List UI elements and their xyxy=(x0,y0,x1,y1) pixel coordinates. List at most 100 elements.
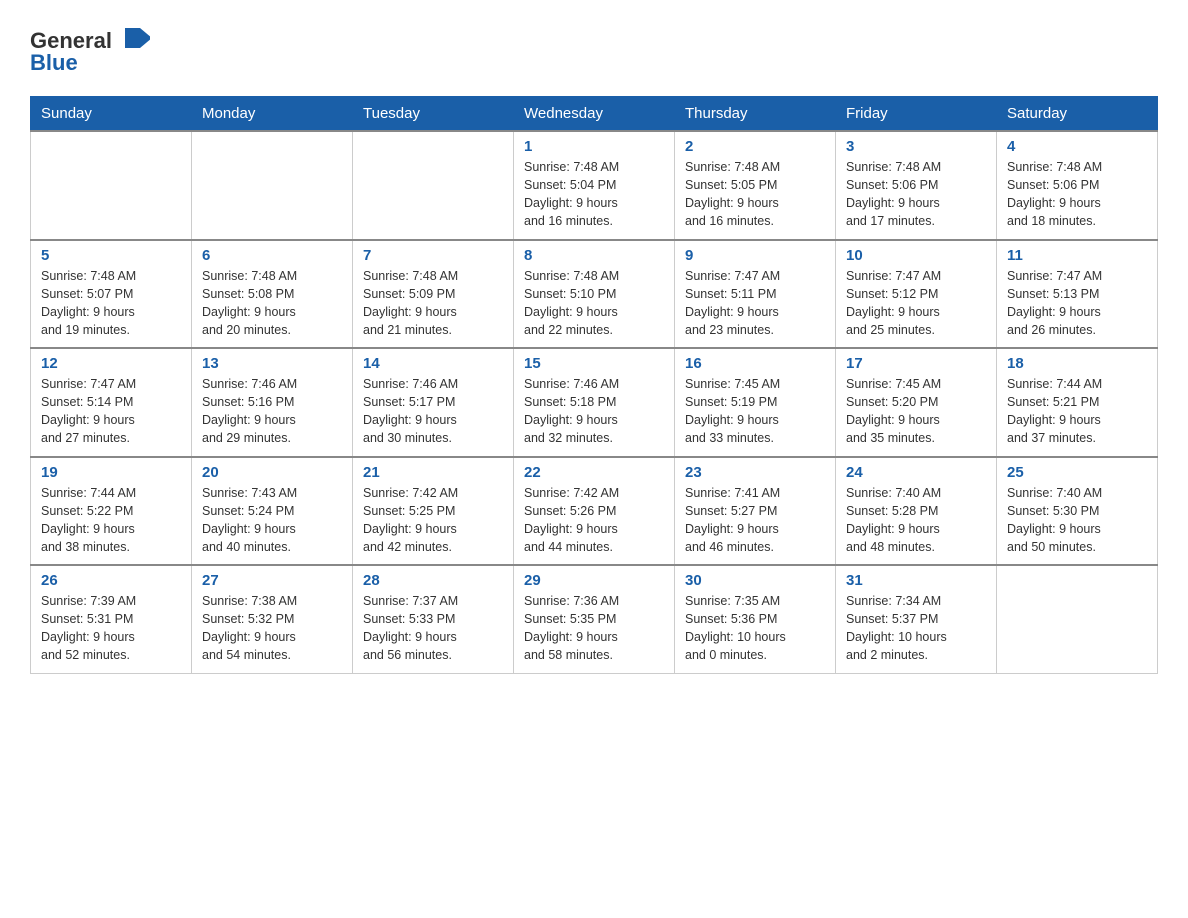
day-info: Sunrise: 7:40 AM Sunset: 5:30 PM Dayligh… xyxy=(1007,484,1147,557)
day-number: 14 xyxy=(363,355,503,372)
calendar-cell: 26 Sunrise: 7:39 AM Sunset: 5:31 PM Dayli… xyxy=(31,565,192,673)
calendar-cell: 15Sunrise: 7:46 AM Sunset: 5:18 PM Dayli… xyxy=(514,348,675,457)
day-number: 23 xyxy=(685,464,825,481)
logo-icon: General Blue xyxy=(30,20,150,75)
day-number: 1 xyxy=(524,138,664,155)
day-info: Sunrise: 7:48 AM Sunset: 5:09 PM Dayligh… xyxy=(363,267,503,340)
calendar-cell: 20 Sunrise: 7:43 AM Sunset: 5:24 PM Dayli… xyxy=(192,457,353,566)
calendar-cell: 21 Sunrise: 7:42 AM Sunset: 5:25 PM Dayli… xyxy=(353,457,514,566)
calendar-cell: 2Sunrise: 7:48 AM Sunset: 5:05 PM Daylig… xyxy=(675,131,836,240)
day-info: Sunrise: 7:38 AM Sunset: 5:32 PM Dayligh… xyxy=(202,592,342,665)
day-info: Sunrise: 7:46 AM Sunset: 5:16 PM Dayligh… xyxy=(202,375,342,448)
day-info: Sunrise: 7:46 AM Sunset: 5:17 PM Dayligh… xyxy=(363,375,503,448)
day-number: 2 xyxy=(685,138,825,155)
day-number: 22 xyxy=(524,464,664,481)
calendar-cell: 22Sunrise: 7:42 AM Sunset: 5:26 PM Dayli… xyxy=(514,457,675,566)
calendar-cell: 18 Sunrise: 7:44 AM Sunset: 5:21 PM Dayli… xyxy=(997,348,1158,457)
day-number: 20 xyxy=(202,464,342,481)
day-number: 25 xyxy=(1007,464,1147,481)
calendar-cell: 25 Sunrise: 7:40 AM Sunset: 5:30 PM Dayli… xyxy=(997,457,1158,566)
calendar-cell: 17 Sunrise: 7:45 AM Sunset: 5:20 PM Dayli… xyxy=(836,348,997,457)
day-number: 31 xyxy=(846,572,986,589)
day-number: 13 xyxy=(202,355,342,372)
calendar-cell: 27 Sunrise: 7:38 AM Sunset: 5:32 PM Dayli… xyxy=(192,565,353,673)
day-info: Sunrise: 7:39 AM Sunset: 5:31 PM Dayligh… xyxy=(41,592,181,665)
day-number: 18 xyxy=(1007,355,1147,372)
week-row: 19Sunrise: 7:44 AM Sunset: 5:22 PM Dayli… xyxy=(31,457,1158,566)
day-number: 7 xyxy=(363,247,503,264)
week-row: 5 Sunrise: 7:48 AM Sunset: 5:07 PM Daylig… xyxy=(31,240,1158,349)
calendar-cell: 29 Sunrise: 7:36 AM Sunset: 5:35 PM Dayli… xyxy=(514,565,675,673)
day-of-week-header: Wednesday xyxy=(514,97,675,132)
calendar-table: SundayMondayTuesdayWednesdayThursdayFrid… xyxy=(30,96,1158,674)
day-number: 4 xyxy=(1007,138,1147,155)
day-number: 11 xyxy=(1007,247,1147,264)
calendar-cell: 9 Sunrise: 7:47 AM Sunset: 5:11 PM Daylig… xyxy=(675,240,836,349)
day-info: Sunrise: 7:48 AM Sunset: 5:10 PM Dayligh… xyxy=(524,267,664,340)
day-info: Sunrise: 7:48 AM Sunset: 5:04 PM Dayligh… xyxy=(524,158,664,231)
day-number: 19 xyxy=(41,464,181,481)
day-of-week-header: Sunday xyxy=(31,97,192,132)
calendar-cell: 1 Sunrise: 7:48 AM Sunset: 5:04 PM Daylig… xyxy=(514,131,675,240)
day-info: Sunrise: 7:47 AM Sunset: 5:11 PM Dayligh… xyxy=(685,267,825,340)
logo-text: General Blue xyxy=(30,20,150,80)
day-info: Sunrise: 7:48 AM Sunset: 5:08 PM Dayligh… xyxy=(202,267,342,340)
week-row: 12 Sunrise: 7:47 AM Sunset: 5:14 PM Dayli… xyxy=(31,348,1158,457)
day-number: 10 xyxy=(846,247,986,264)
day-number: 5 xyxy=(41,247,181,264)
day-info: Sunrise: 7:34 AM Sunset: 5:37 PM Dayligh… xyxy=(846,592,986,665)
calendar-cell: 28Sunrise: 7:37 AM Sunset: 5:33 PM Dayli… xyxy=(353,565,514,673)
calendar-cell: 14 Sunrise: 7:46 AM Sunset: 5:17 PM Dayli… xyxy=(353,348,514,457)
page-header: General Blue xyxy=(30,20,1158,80)
day-of-week-header: Thursday xyxy=(675,97,836,132)
day-info: Sunrise: 7:44 AM Sunset: 5:21 PM Dayligh… xyxy=(1007,375,1147,448)
day-number: 16 xyxy=(685,355,825,372)
day-info: Sunrise: 7:47 AM Sunset: 5:13 PM Dayligh… xyxy=(1007,267,1147,340)
week-row: 26 Sunrise: 7:39 AM Sunset: 5:31 PM Dayli… xyxy=(31,565,1158,673)
day-info: Sunrise: 7:40 AM Sunset: 5:28 PM Dayligh… xyxy=(846,484,986,557)
calendar-cell: 10Sunrise: 7:47 AM Sunset: 5:12 PM Dayli… xyxy=(836,240,997,349)
logo: General Blue xyxy=(30,20,150,80)
calendar-cell: 8 Sunrise: 7:48 AM Sunset: 5:10 PM Daylig… xyxy=(514,240,675,349)
day-number: 29 xyxy=(524,572,664,589)
svg-text:Blue: Blue xyxy=(30,50,78,75)
day-number: 9 xyxy=(685,247,825,264)
calendar-cell: 19Sunrise: 7:44 AM Sunset: 5:22 PM Dayli… xyxy=(31,457,192,566)
day-info: Sunrise: 7:45 AM Sunset: 5:19 PM Dayligh… xyxy=(685,375,825,448)
calendar-cell: 30Sunrise: 7:35 AM Sunset: 5:36 PM Dayli… xyxy=(675,565,836,673)
calendar-cell: 4 Sunrise: 7:48 AM Sunset: 5:06 PM Daylig… xyxy=(997,131,1158,240)
calendar-cell: 5 Sunrise: 7:48 AM Sunset: 5:07 PM Daylig… xyxy=(31,240,192,349)
day-info: Sunrise: 7:45 AM Sunset: 5:20 PM Dayligh… xyxy=(846,375,986,448)
day-number: 26 xyxy=(41,572,181,589)
calendar-cell xyxy=(353,131,514,240)
day-info: Sunrise: 7:43 AM Sunset: 5:24 PM Dayligh… xyxy=(202,484,342,557)
day-number: 30 xyxy=(685,572,825,589)
day-of-week-header: Tuesday xyxy=(353,97,514,132)
calendar-cell xyxy=(997,565,1158,673)
day-number: 27 xyxy=(202,572,342,589)
calendar-cell: 16 Sunrise: 7:45 AM Sunset: 5:19 PM Dayli… xyxy=(675,348,836,457)
day-number: 21 xyxy=(363,464,503,481)
calendar-cell: 7 Sunrise: 7:48 AM Sunset: 5:09 PM Daylig… xyxy=(353,240,514,349)
day-number: 12 xyxy=(41,355,181,372)
day-info: Sunrise: 7:48 AM Sunset: 5:06 PM Dayligh… xyxy=(1007,158,1147,231)
calendar-cell: 11 Sunrise: 7:47 AM Sunset: 5:13 PM Dayli… xyxy=(997,240,1158,349)
day-number: 8 xyxy=(524,247,664,264)
day-info: Sunrise: 7:46 AM Sunset: 5:18 PM Dayligh… xyxy=(524,375,664,448)
calendar-cell xyxy=(192,131,353,240)
calendar-header-row: SundayMondayTuesdayWednesdayThursdayFrid… xyxy=(31,97,1158,132)
week-row: 1 Sunrise: 7:48 AM Sunset: 5:04 PM Daylig… xyxy=(31,131,1158,240)
day-number: 17 xyxy=(846,355,986,372)
day-number: 24 xyxy=(846,464,986,481)
calendar-cell xyxy=(31,131,192,240)
day-info: Sunrise: 7:42 AM Sunset: 5:25 PM Dayligh… xyxy=(363,484,503,557)
day-info: Sunrise: 7:48 AM Sunset: 5:06 PM Dayligh… xyxy=(846,158,986,231)
calendar-cell: 12 Sunrise: 7:47 AM Sunset: 5:14 PM Dayli… xyxy=(31,348,192,457)
day-number: 6 xyxy=(202,247,342,264)
day-of-week-header: Friday xyxy=(836,97,997,132)
day-info: Sunrise: 7:47 AM Sunset: 5:14 PM Dayligh… xyxy=(41,375,181,448)
day-number: 28 xyxy=(363,572,503,589)
day-info: Sunrise: 7:48 AM Sunset: 5:07 PM Dayligh… xyxy=(41,267,181,340)
day-number: 3 xyxy=(846,138,986,155)
day-info: Sunrise: 7:36 AM Sunset: 5:35 PM Dayligh… xyxy=(524,592,664,665)
